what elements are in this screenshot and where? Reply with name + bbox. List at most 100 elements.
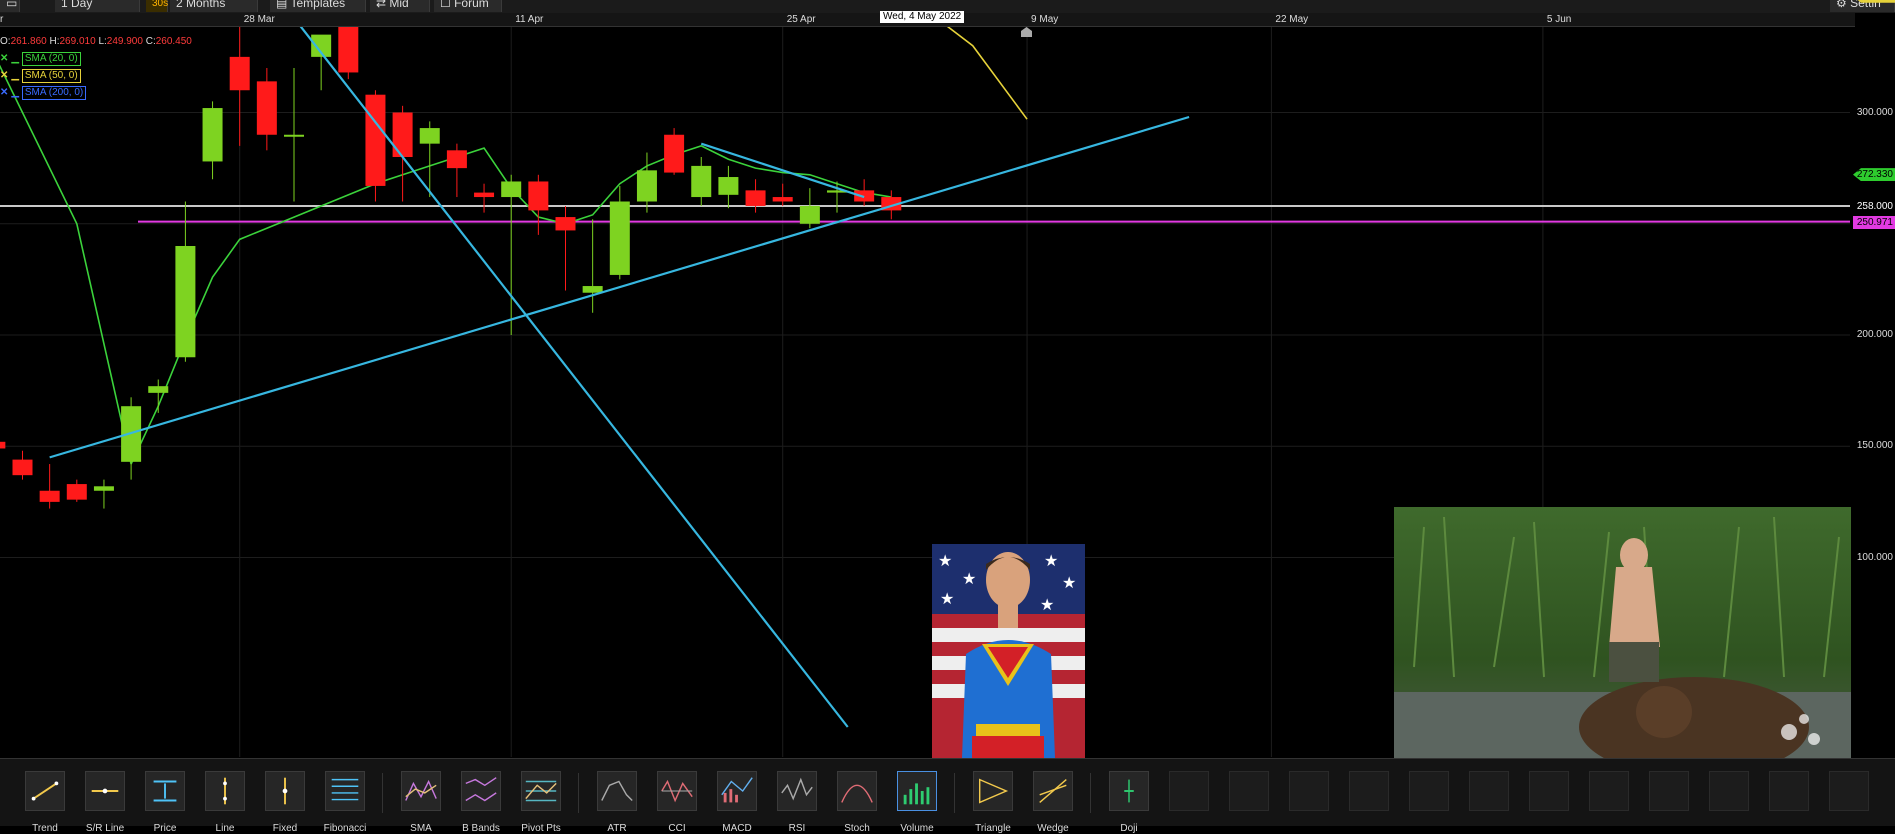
candle-body <box>39 490 60 502</box>
price-tag: 272.330 <box>1853 168 1895 182</box>
legend-sma20[interactable]: ✕ ▁ SMA (20, 0) <box>0 52 81 66</box>
candle-body <box>446 150 467 169</box>
legend-sma200[interactable]: ✕ ▁ SMA (200, 0) <box>0 86 87 100</box>
remove-icon[interactable]: ✕ <box>0 53 8 64</box>
mid-button[interactable]: ⇄ Mid <box>370 0 430 12</box>
open-value: 261.860 <box>10 36 47 47</box>
tool-atr[interactable]: ATR <box>597 771 637 834</box>
tool-stoch[interactable]: Stoch <box>837 771 877 834</box>
date-tick-label: 28 Mar <box>243 14 275 25</box>
sma-icon <box>401 771 441 811</box>
candle-body <box>12 459 33 476</box>
svg-text:★: ★ <box>1044 551 1058 570</box>
superhero-photo: ★ ★ ★ ★ ★ ★ <box>932 544 1085 758</box>
empty-tool-slot[interactable] <box>1409 771 1449 811</box>
templates-button[interactable]: ▤ Templates <box>270 0 366 12</box>
tool-volume[interactable]: Volume <box>897 771 937 834</box>
candle-body <box>636 170 657 202</box>
range-select[interactable]: 2 Months <box>170 0 258 12</box>
svg-text:★: ★ <box>962 569 976 588</box>
candle-body <box>664 134 685 173</box>
sma50-path <box>946 27 1028 120</box>
macd-icon <box>717 771 757 811</box>
candle-body <box>202 108 223 162</box>
tool-line[interactable]: Line <box>205 771 245 834</box>
tool-triangle[interactable]: Triangle <box>973 771 1013 834</box>
empty-tool-slot[interactable] <box>1289 771 1329 811</box>
price-tick-label: 100.000 <box>1856 551 1893 563</box>
interval-select[interactable]: 1 Day <box>55 0 140 12</box>
low-value: 249.900 <box>106 36 143 47</box>
line-icon <box>205 771 245 811</box>
candle-body <box>93 486 114 491</box>
tool-bbands[interactable]: B Bands <box>461 771 501 834</box>
tool-doji[interactable]: Doji <box>1109 771 1149 834</box>
horizontal-lines <box>0 204 1850 223</box>
candle-body <box>365 94 386 186</box>
empty-tool-slot[interactable] <box>1529 771 1569 811</box>
candle-body <box>609 201 630 275</box>
candle-body <box>772 197 793 202</box>
candle-body <box>392 112 413 157</box>
tool-cci[interactable]: CCI <box>657 771 697 834</box>
pivot-icon <box>521 771 561 811</box>
tool-fixed[interactable]: Fixed <box>265 771 305 834</box>
fibonacci-icon <box>325 771 365 811</box>
empty-tool-slot[interactable] <box>1469 771 1509 811</box>
empty-tool-slot[interactable] <box>1349 771 1389 811</box>
tool-macd[interactable]: MACD <box>717 771 757 834</box>
empty-tool-slot[interactable] <box>1829 771 1869 811</box>
cci-icon <box>657 771 697 811</box>
candle-body <box>555 217 576 231</box>
tool-rsi[interactable]: RSI <box>777 771 817 834</box>
empty-tool-slot[interactable] <box>1769 771 1809 811</box>
empty-tool-slot[interactable] <box>1649 771 1689 811</box>
gear-icon: ⚙ <box>1836 0 1851 10</box>
mid-icon: ⇄ <box>376 0 390 10</box>
ohlc-readout: O:261.860 H:269.010 L:249.900 C:260.450 <box>0 36 192 47</box>
candle-body <box>338 27 359 73</box>
candlesticks <box>0 27 902 509</box>
rsi-icon <box>777 771 817 811</box>
date-tick-label: 22 May <box>1275 14 1309 25</box>
forum-icon: ☐ <box>440 0 455 10</box>
tool-sma[interactable]: SMA <box>401 771 441 834</box>
doji-icon <box>1109 771 1149 811</box>
empty-tool-slot[interactable] <box>1229 771 1269 811</box>
tool-sr-line[interactable]: S/R Line <box>85 771 125 834</box>
candle-body <box>175 246 196 358</box>
sr-line-icon <box>85 771 125 811</box>
menu-icon[interactable]: ▭ <box>0 0 20 12</box>
date-tick-label: 11 Apr <box>515 14 544 25</box>
tool-wedge[interactable]: Wedge <box>1033 771 1073 834</box>
svg-text:★: ★ <box>938 551 952 570</box>
candle-body <box>229 56 250 91</box>
remove-icon[interactable]: ✕ <box>0 70 8 81</box>
atr-icon <box>597 771 637 811</box>
superhero-image: ★★★ ★★★ <box>932 544 1085 758</box>
fixed-icon <box>265 771 305 811</box>
triangle-icon <box>973 771 1013 811</box>
forum-button[interactable]: ☐ Forum <box>434 0 502 12</box>
empty-tool-slot[interactable] <box>1589 771 1629 811</box>
remove-icon[interactable]: ✕ <box>0 87 8 98</box>
candle-body <box>691 165 712 198</box>
wedge-icon <box>1033 771 1073 811</box>
date-marker-icon <box>1021 27 1032 37</box>
candle-body <box>745 190 766 206</box>
candle-body <box>474 192 495 198</box>
candle-body <box>528 181 549 211</box>
trend-line <box>49 115 1190 459</box>
legend-sma50[interactable]: ✕ ▁ SMA (50, 0) <box>0 69 81 83</box>
candle-body <box>284 134 304 137</box>
empty-tool-slot[interactable] <box>1169 771 1209 811</box>
price-tick-label: 200.000 <box>1856 329 1893 340</box>
price-tick-label: 150.000 <box>1856 440 1893 452</box>
candle-body <box>582 286 603 293</box>
tool-pivot[interactable]: Pivot Pts <box>521 771 561 834</box>
empty-tool-slot[interactable] <box>1709 771 1749 811</box>
tool-trend[interactable]: Trend <box>25 771 65 834</box>
tool-fibonacci[interactable]: Fibonacci <box>324 771 366 834</box>
trend-line <box>299 27 849 728</box>
tool-price[interactable]: Price <box>145 771 185 834</box>
